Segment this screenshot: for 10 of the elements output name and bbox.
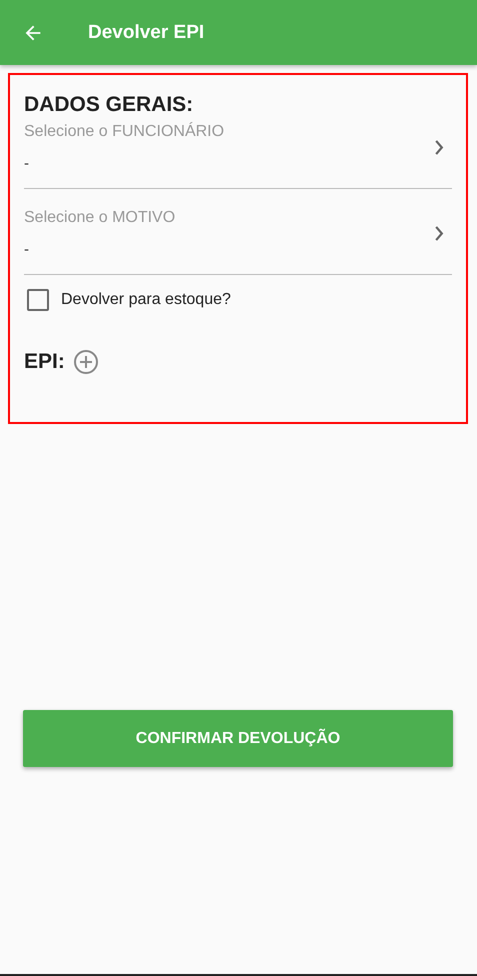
picker-field[interactable]: Selecione o FUNCIONÁRIO - xyxy=(24,117,452,189)
checkbox[interactable] xyxy=(27,289,49,311)
screen-title: Devolver EPI xyxy=(88,22,204,44)
picker-field[interactable]: Selecione o MOTIVO - xyxy=(24,203,452,275)
epi-label: EPI: xyxy=(24,350,65,374)
chevron-right-icon xyxy=(434,226,444,241)
checkbox-label: Devolver para estoque? xyxy=(61,291,231,309)
add-circle-icon[interactable] xyxy=(72,349,99,375)
chevron-right-icon xyxy=(434,140,444,155)
section-title: DADOS GERAIS: xyxy=(24,93,194,117)
